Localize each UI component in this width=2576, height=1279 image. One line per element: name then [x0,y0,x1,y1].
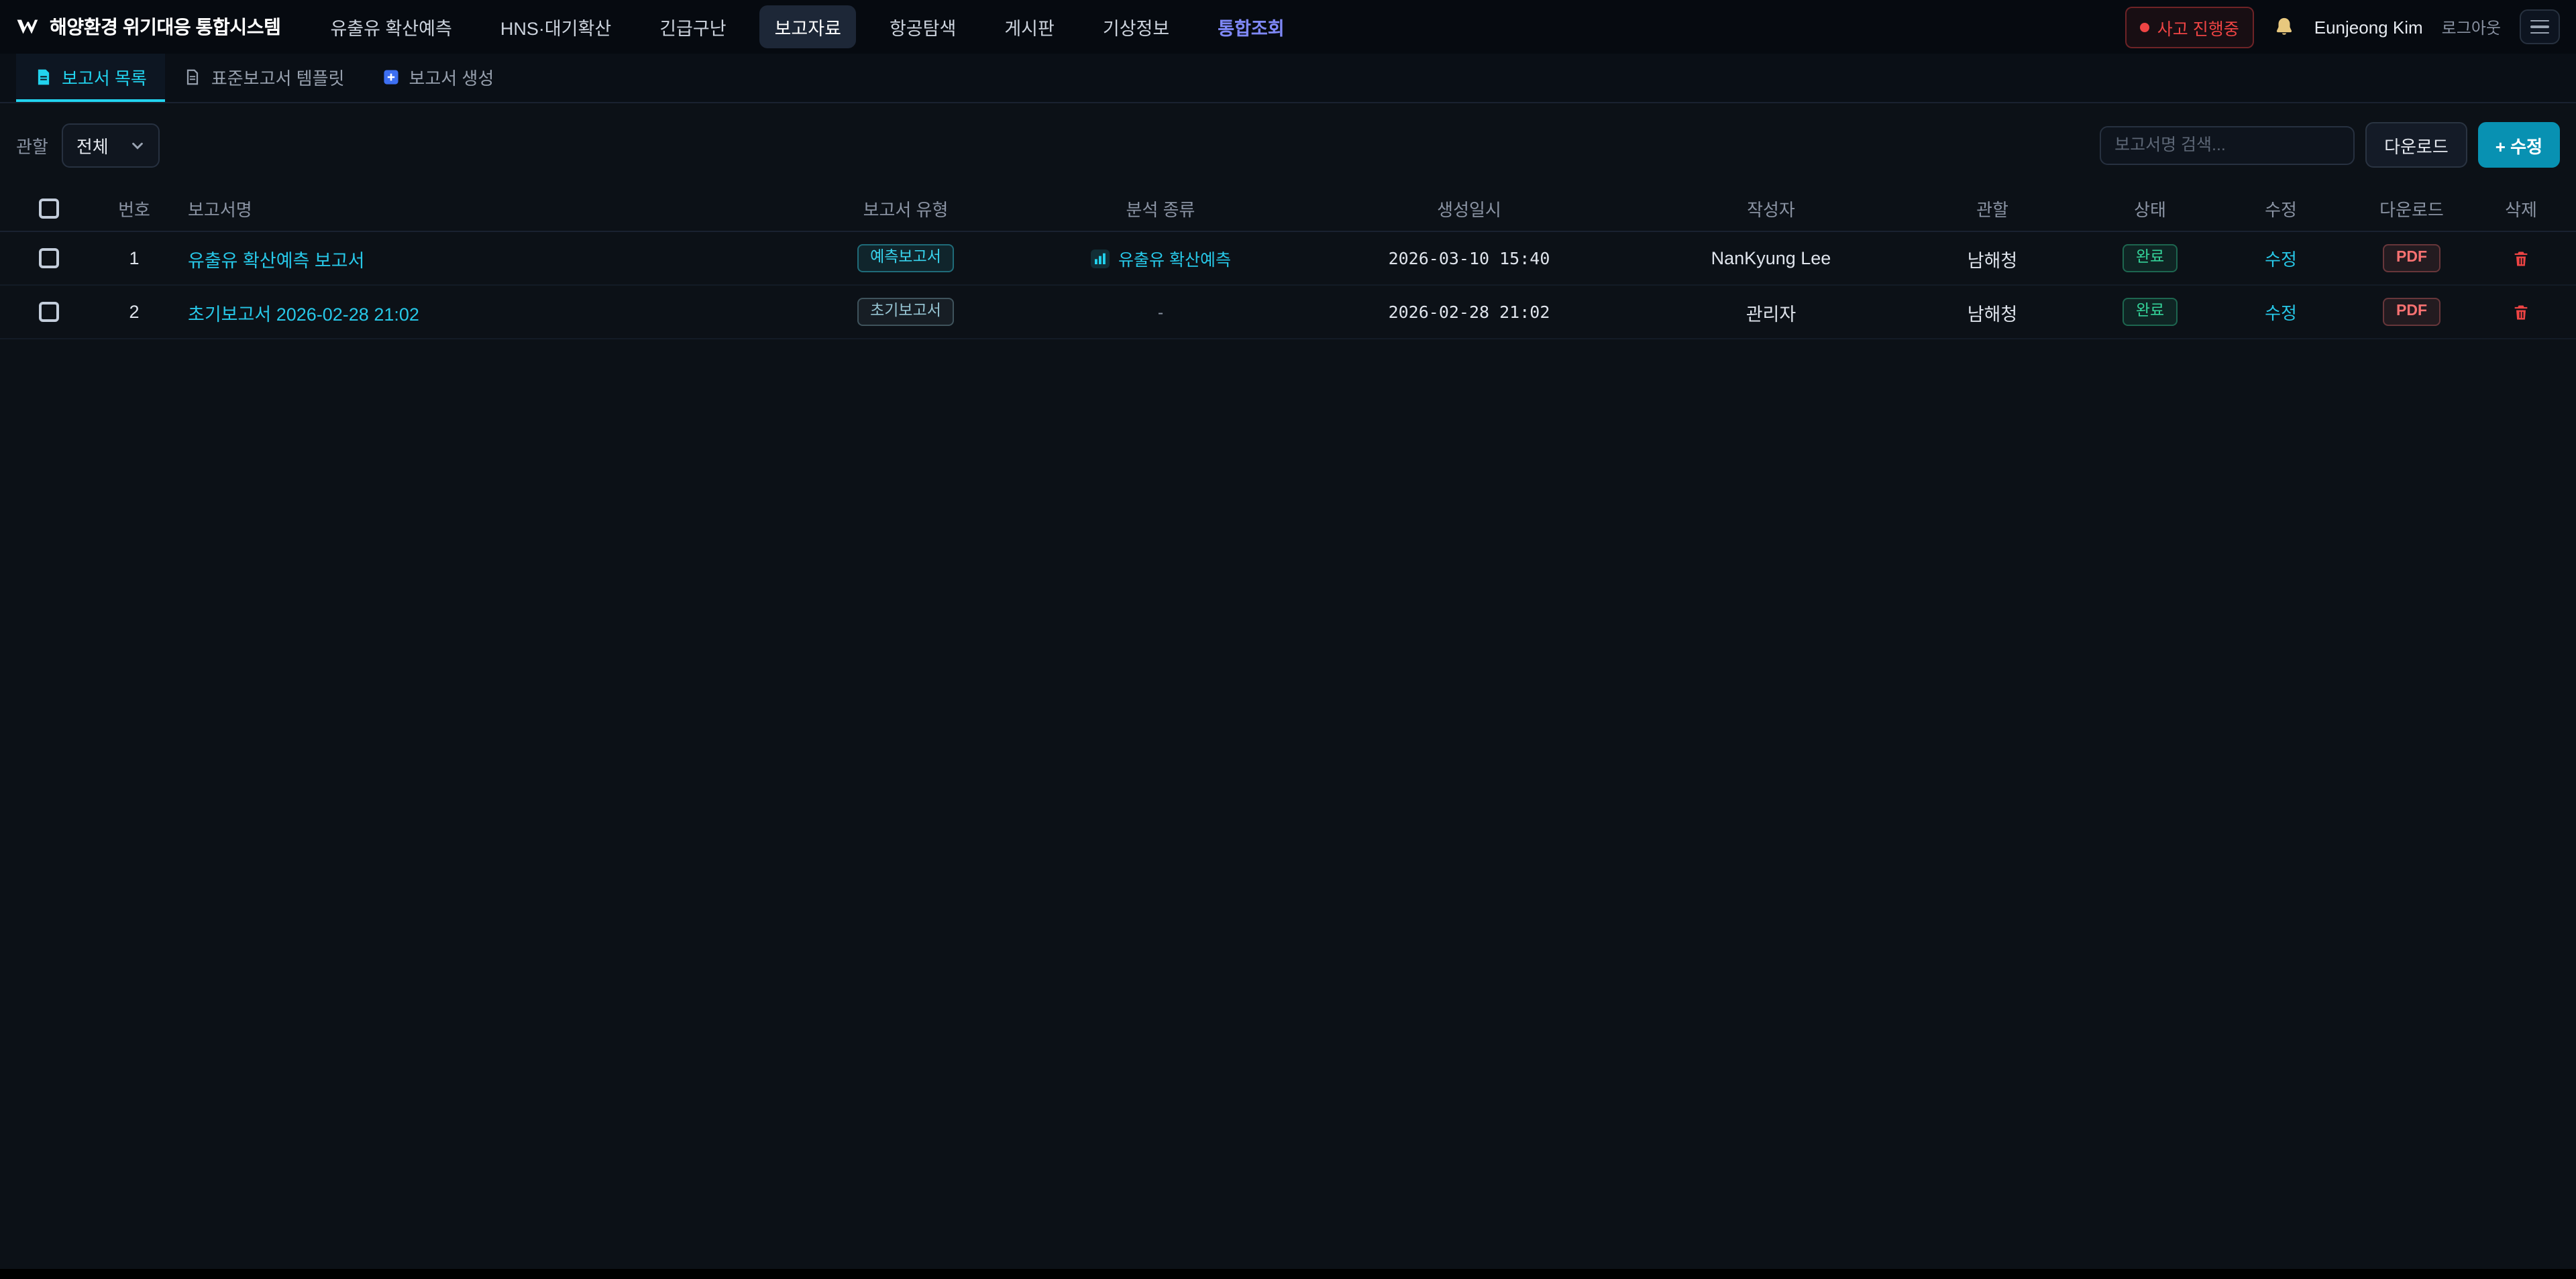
analysis-type-link: - [1158,302,1163,321]
row-number: 1 [80,248,188,268]
col-header-report-name: 보고서명 [188,196,792,221]
col-header-created-at: 생성일시 [1301,196,1637,221]
col-header-author: 작성자 [1637,196,1905,221]
select-all-checkbox[interactable] [38,199,58,219]
row-number: 2 [80,302,188,322]
hamburger-menu-icon [2530,19,2549,21]
user-name: Eunjeong Kim [2314,17,2423,37]
template-doc-icon [184,68,202,85]
row-checkbox[interactable] [38,248,58,268]
report-create-icon [382,68,399,85]
status-badge: 완료 [2123,244,2178,273]
nav-hns-air-diffusion[interactable]: HNS·대기확산 [486,5,626,48]
main-nav: 유출유 확산예측 HNS·대기확산 긴급구난 보고자료 항공탐색 게시판 기상정… [315,5,1299,48]
report-type-badge: 예측보고서 [857,244,955,273]
col-header-edit: 수정 [2220,196,2341,221]
notification-bell-icon [2273,15,2296,38]
top-nav-bar: 해양환경 위기대응 통합시스템 유출유 확산예측 HNS·대기확산 긴급구난 보… [0,0,2576,54]
delete-button[interactable] [2509,300,2533,324]
col-header-jurisdiction: 관할 [1905,196,2080,221]
incident-status-label: 사고 진행중 [2157,14,2239,40]
table-row: 2 초기보고서 2026-02-28 21:02 초기보고서 - 2026-02… [0,286,2576,339]
status-badge: 완료 [2123,298,2178,327]
jurisdiction: 남해청 [1905,245,2080,272]
col-header-number: 번호 [80,196,188,221]
author: 관리자 [1637,298,1905,325]
author: NanKyung Lee [1637,248,1905,268]
jurisdiction-select-value: 전체 [76,132,109,158]
nav-oil-spill-prediction[interactable]: 유출유 확산예측 [315,5,466,48]
col-header-analysis-type: 분석 종류 [1020,196,1301,221]
col-header-download: 다운로드 [2341,196,2482,221]
col-header-status: 상태 [2080,196,2220,221]
trash-icon [2512,302,2530,321]
create-report-button[interactable]: + 수정 [2478,122,2560,168]
created-at: 2026-02-28 21:02 [1301,302,1637,322]
jurisdiction-filter-label: 관할 [16,132,48,158]
edit-link[interactable]: 수정 [2265,245,2297,271]
tab-standard-template[interactable]: 표준보고서 템플릿 [166,54,364,102]
header-right-cluster: 사고 진행중 Eunjeong Kim 로그아웃 [2125,6,2560,48]
nav-board[interactable]: 게시판 [989,5,1069,48]
report-table: 번호 보고서명 보고서 유형 분석 종류 생성일시 작성자 관할 상태 수정 다… [0,186,2576,339]
tab-report-create[interactable]: 보고서 생성 [363,54,513,102]
incident-status-badge: 사고 진행중 [2125,6,2254,48]
jurisdiction-select[interactable]: 전체 [62,123,160,167]
nav-aerial-search[interactable]: 항공탐색 [875,5,971,48]
nav-integrated-search[interactable]: 통합조회 [1203,5,1299,48]
pdf-download-badge[interactable]: PDF [2383,298,2440,327]
nav-weather-info[interactable]: 기상정보 [1088,5,1184,48]
app-root: 해양환경 위기대응 통합시스템 유출유 확산예측 HNS·대기확산 긴급구난 보… [0,0,2576,1279]
app-title: 해양환경 위기대응 통합시스템 [50,13,280,40]
tab-report-list[interactable]: 보고서 목록 [16,54,166,102]
report-type-badge: 초기보고서 [857,298,955,327]
notification-bell-button[interactable] [2273,15,2296,38]
pdf-download-badge[interactable]: PDF [2383,244,2440,273]
report-tab-bar: 보고서 목록 표준보고서 템플릿 보고서 생성 [0,54,2576,103]
table-row: 1 유출유 확산예측 보고서 예측보고서 유출유 확산예측 2026-03-10… [0,232,2576,286]
filter-bar: 관할 전체 다운로드 + 수정 [0,103,2576,176]
jurisdiction: 남해청 [1905,298,2080,325]
filter-actions: 다운로드 + 수정 [2100,122,2560,168]
report-search-input[interactable] [2100,125,2355,164]
row-checkbox[interactable] [38,302,58,322]
col-header-delete: 삭제 [2482,196,2560,221]
wing-logo-icon [16,17,40,36]
report-name-link[interactable]: 유출유 확산예측 보고서 [188,245,364,272]
logout-link[interactable]: 로그아웃 [2442,15,2501,38]
analysis-type-link[interactable]: 유출유 확산예측 [1118,245,1231,271]
edit-link[interactable]: 수정 [2265,299,2297,325]
chevron-down-icon [130,137,145,152]
report-name-link[interactable]: 초기보고서 2026-02-28 21:02 [188,298,419,325]
created-at: 2026-03-10 15:40 [1301,248,1637,268]
table-header-row: 번호 보고서명 보고서 유형 분석 종류 생성일시 작성자 관할 상태 수정 다… [0,186,2576,232]
bottom-window-edge [0,1268,2576,1279]
report-list-icon [35,68,52,85]
incident-dot-icon [2140,22,2149,32]
table-body: 1 유출유 확산예측 보고서 예측보고서 유출유 확산예측 2026-03-10… [0,232,2576,339]
hamburger-menu-button[interactable] [2520,9,2560,44]
col-header-report-type: 보고서 유형 [792,196,1020,221]
analysis-chart-icon [1090,249,1109,268]
app-logo[interactable]: 해양환경 위기대응 통합시스템 [16,13,280,40]
nav-report-materials[interactable]: 보고자료 [760,5,856,48]
nav-emergency-rescue[interactable]: 긴급구난 [645,5,741,48]
download-button[interactable]: 다운로드 [2365,122,2467,168]
trash-icon [2512,249,2530,268]
delete-button[interactable] [2509,246,2533,270]
